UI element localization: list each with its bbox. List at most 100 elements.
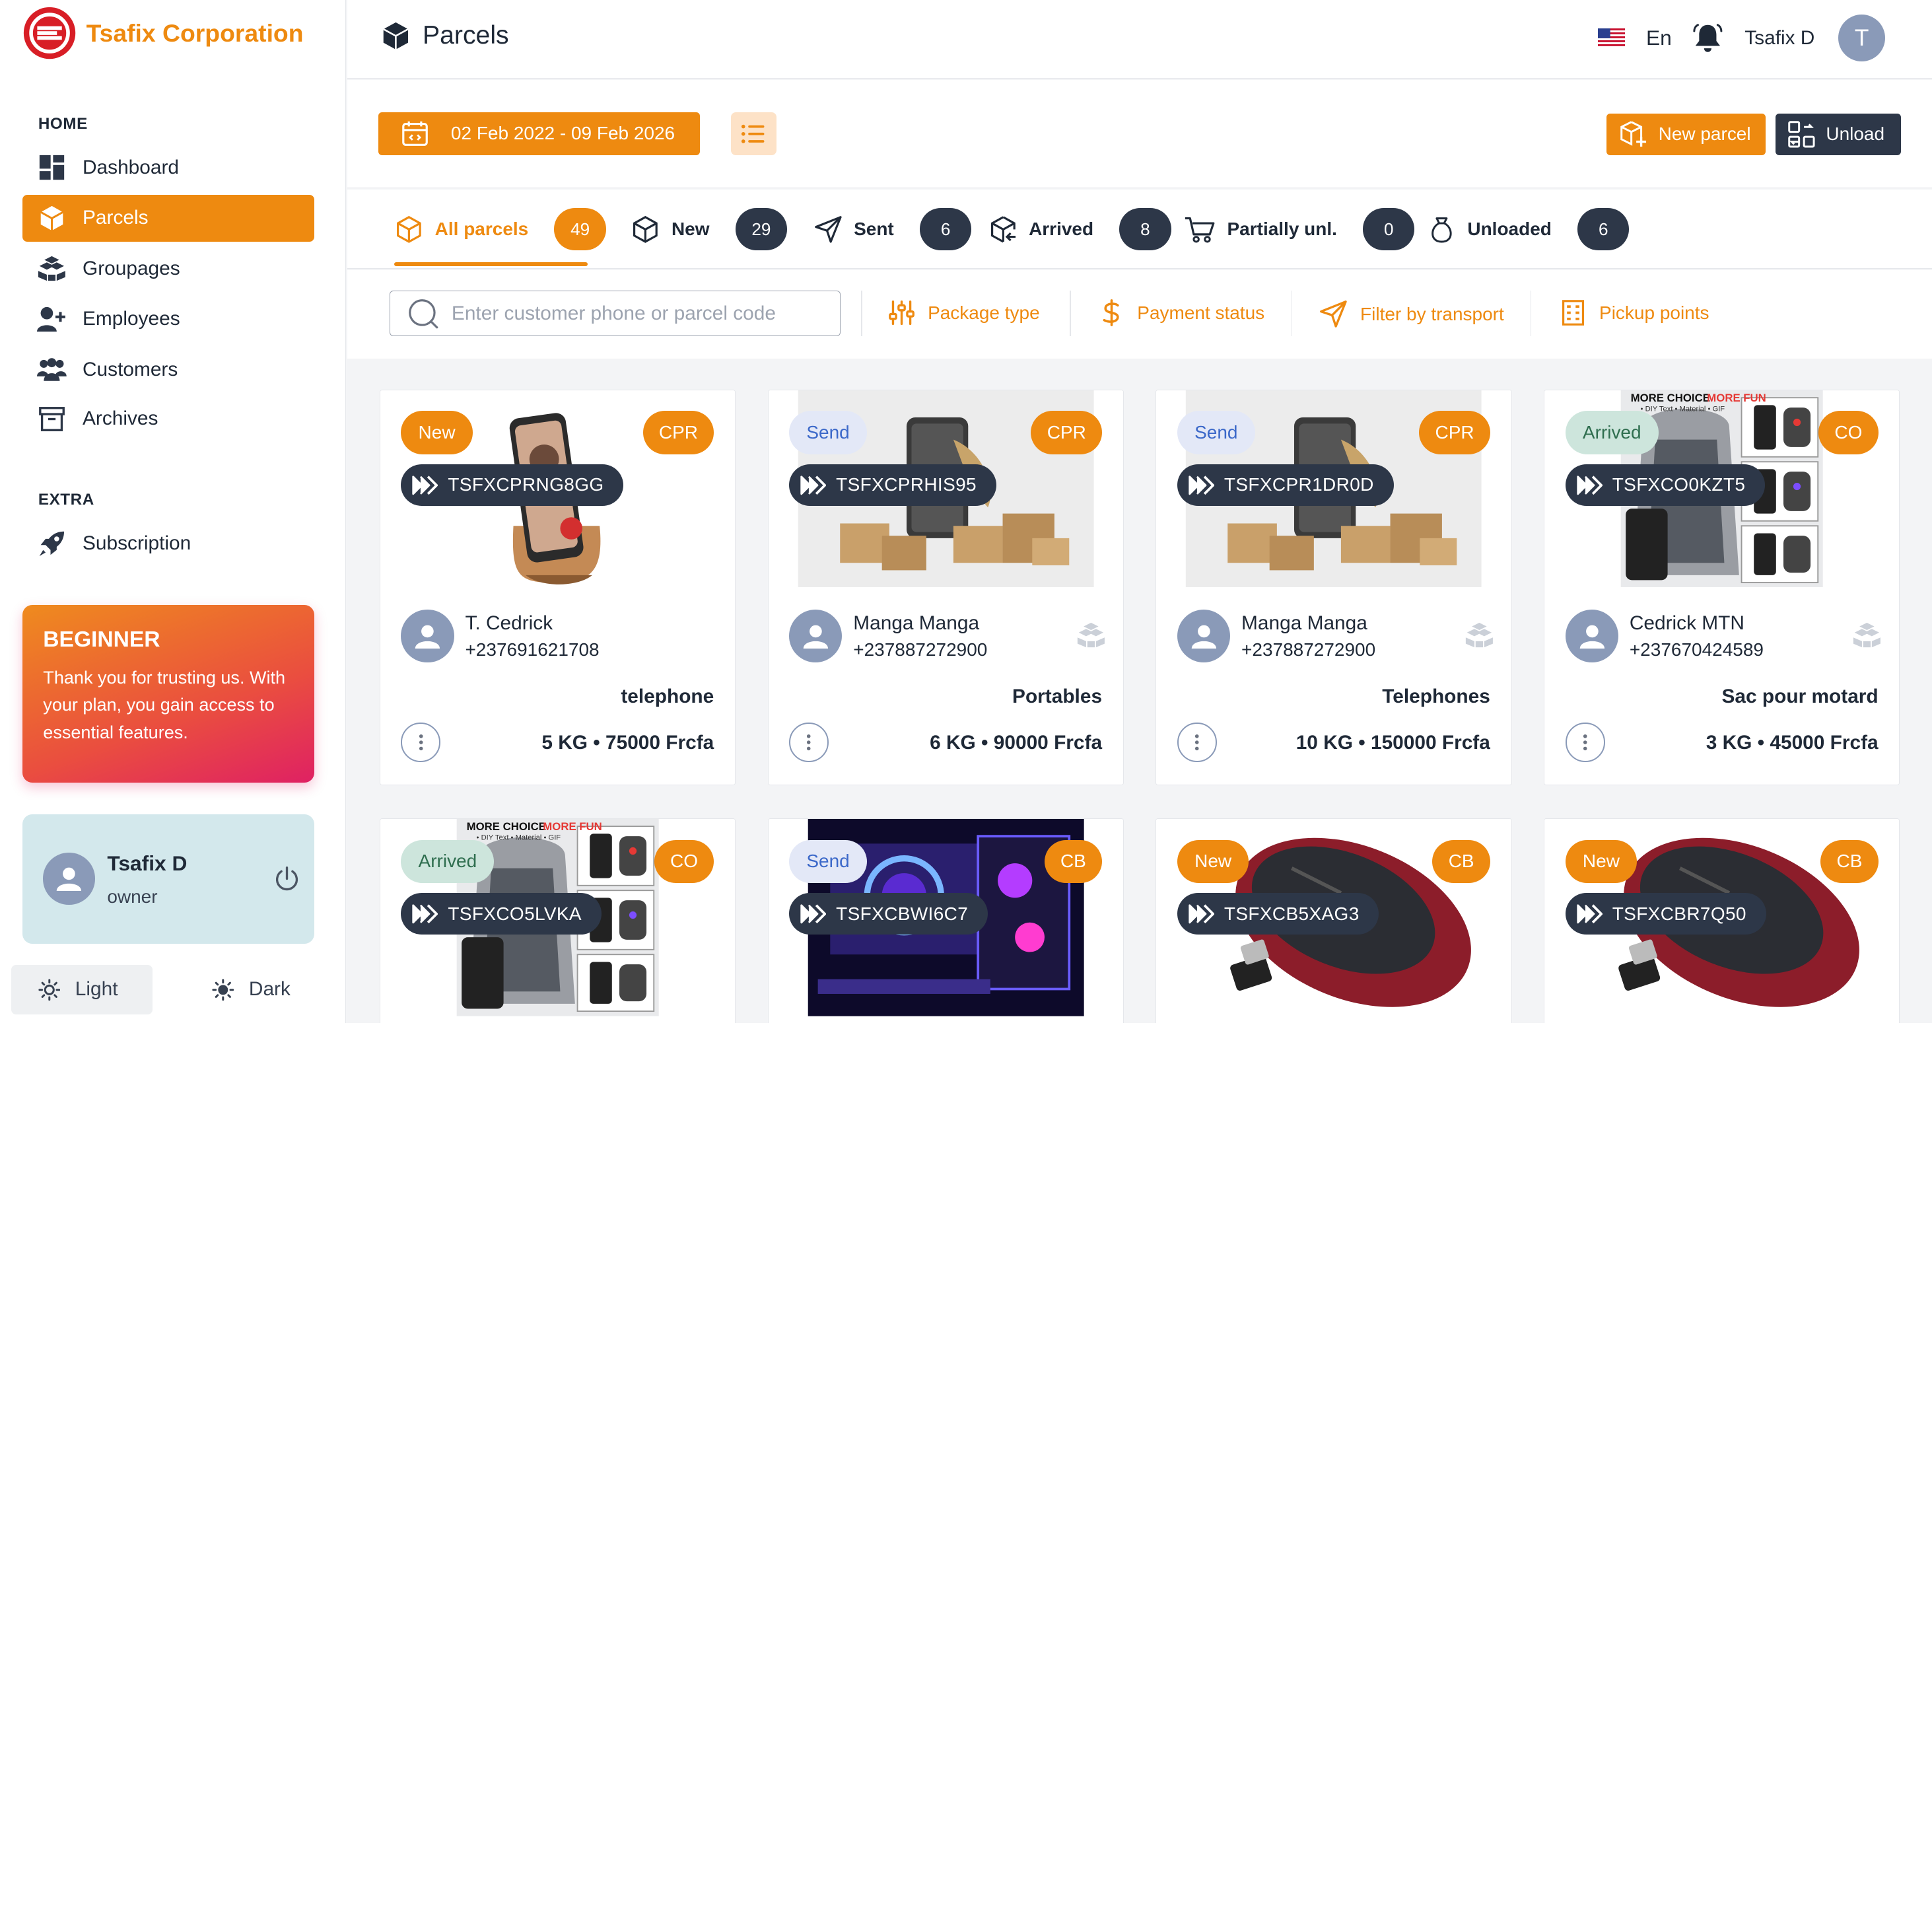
tab-count: 8 [1119, 208, 1171, 250]
user-icon [56, 867, 82, 892]
sidebar-item-groupages[interactable]: Groupages [22, 245, 314, 292]
theme-light-label: Light [75, 978, 118, 1001]
search-placeholder: Enter customer phone or parcel code [451, 302, 776, 324]
section-home-label: HOME [38, 114, 88, 133]
payment-status-filter[interactable]: Payment status [1098, 299, 1264, 327]
tab-count: 6 [1577, 208, 1630, 250]
header-user-name[interactable]: Tsafix D [1744, 27, 1814, 50]
svg-text:MORE CHOICE: MORE CHOICE [466, 820, 545, 833]
chevrons-icon [800, 904, 827, 924]
status-badge: Arrived [1565, 411, 1659, 454]
parcel-code-text: TSFXCPRNG8GG [448, 474, 604, 495]
parcel-code[interactable]: TSFXCPRHIS95 [789, 464, 996, 507]
avatar [789, 609, 843, 663]
parcel-card[interactable]: New CPR TSFXCPRNG8GG T. Cedrick +2376916… [379, 389, 736, 785]
sidebar-item-label: Groupages [83, 257, 180, 279]
tab-sent[interactable]: Sent 6 [813, 206, 972, 253]
parcel-card[interactable]: MORE CHOICE MORE FUN • DIY Text • Materi… [1544, 389, 1900, 785]
parcel-code[interactable]: TSFXCPRNG8GG [401, 464, 624, 507]
type-badge: CPR [642, 411, 714, 454]
cart-icon [1185, 217, 1215, 243]
pickup-points-label: Pickup points [1599, 302, 1709, 323]
send-icon [1319, 301, 1347, 328]
parcel-card[interactable]: MORE CHOICE MORE FUN • DIY Text • Materi… [379, 818, 736, 1023]
tab-unloaded[interactable]: Unloaded 6 [1427, 206, 1630, 253]
customer-phone: +237691621708 [465, 639, 600, 660]
package-type-label: Package type [928, 302, 1040, 323]
parcel-code[interactable]: TSFXCO0KZT5 [1565, 464, 1766, 507]
transport-filter[interactable]: Filter by transport [1319, 299, 1504, 329]
parcel-card[interactable]: New CB TSFXCBR7Q50 [1544, 818, 1900, 1023]
date-range-button[interactable]: 02 Feb 2022 - 09 Feb 2026 [378, 112, 700, 156]
us-flag-icon[interactable] [1598, 28, 1626, 47]
parcel-description: Sac pour motard [1721, 686, 1879, 708]
theme-dark-button[interactable]: Dark [185, 965, 320, 1014]
svg-text:• DIY Text • Material • GIF: • DIY Text • Material • GIF [1641, 405, 1725, 413]
pickup-points-filter[interactable]: Pickup points [1560, 299, 1709, 326]
svg-text:MORE CHOICE: MORE CHOICE [1631, 391, 1710, 404]
sidebar-item-customers[interactable]: Customers [22, 346, 314, 393]
sidebar-item-label: Dashboard [83, 156, 179, 178]
customer-name: Manga Manga [853, 612, 980, 634]
type-badge: CO [654, 839, 714, 884]
customer-phone: +237887272900 [853, 639, 988, 660]
active-tab-underline [394, 262, 588, 267]
sidebar-item-parcels[interactable]: Parcels [22, 194, 314, 242]
more-options-button[interactable] [401, 723, 441, 763]
parcel-code[interactable]: TSFXCO5LVKA [401, 892, 602, 935]
parcel-code[interactable]: TSFXCBWI6C7 [789, 892, 988, 935]
unload-label: Unload [1826, 124, 1885, 145]
parcel-card[interactable]: Send CPR TSFXCPR1DR0D Manga Manga +23788… [1156, 389, 1512, 785]
box-icon [633, 215, 658, 243]
tab-all-parcels[interactable]: All parcels 49 [394, 206, 606, 253]
type-badge: CB [1432, 839, 1490, 884]
more-options-button[interactable] [1177, 723, 1217, 763]
box-icon [37, 203, 67, 233]
theme-light-button[interactable]: Light [11, 965, 153, 1014]
parcel-code[interactable]: TSFXCBR7Q50 [1565, 892, 1766, 935]
toolbar: 02 Feb 2022 - 09 Feb 2026 New parcel Unl… [347, 80, 1932, 189]
sidebar-item-dashboard[interactable]: Dashboard [22, 144, 314, 191]
user-plus-icon [36, 304, 67, 334]
parcel-code-text: TSFXCBR7Q50 [1612, 903, 1746, 924]
tab-label: Arrived [1029, 219, 1094, 240]
svg-text:MORE FUN: MORE FUN [543, 820, 602, 833]
tab-label: All parcels [434, 219, 529, 240]
type-badge: CPR [1031, 411, 1103, 454]
status-badge: Send [789, 839, 867, 884]
list-view-button[interactable] [730, 112, 776, 156]
sidebar-item-label: Archives [83, 407, 158, 430]
bell-icon[interactable] [1693, 22, 1723, 60]
sidebar-item-subscription[interactable]: Subscription [22, 520, 314, 567]
tab-partially-unloaded[interactable]: Partially unl. 0 [1184, 206, 1415, 253]
parcel-card[interactable]: Send CB TSFXCBWI6C7 [767, 818, 1124, 1023]
status-badge: New [1565, 839, 1638, 884]
search-icon [408, 299, 438, 328]
unload-button[interactable]: Unload [1775, 113, 1902, 156]
brand[interactable]: Tsafix Corporation [22, 6, 304, 60]
sidebar-item-employees[interactable]: Employees [22, 296, 314, 343]
svg-text:MORE FUN: MORE FUN [1707, 391, 1766, 404]
brand-name: Tsafix Corporation [86, 18, 304, 47]
parcel-code[interactable]: TSFXCB5XAG3 [1177, 892, 1379, 935]
tab-count: 6 [919, 208, 972, 250]
package-type-filter[interactable]: Package type [888, 299, 1040, 326]
sidebar-item-archives[interactable]: Archives [22, 396, 314, 442]
parcel-card[interactable]: Send CPR TSFXCPRHIS95 Manga Manga +23788… [767, 389, 1124, 785]
language-selector[interactable]: En [1646, 26, 1672, 50]
search-input[interactable]: Enter customer phone or parcel code [389, 291, 841, 337]
more-options-button[interactable] [1565, 723, 1605, 763]
divider [1069, 291, 1071, 337]
new-parcel-button[interactable]: New parcel [1606, 113, 1766, 156]
power-icon[interactable] [273, 865, 300, 898]
customer-name: Manga Manga [1241, 612, 1367, 634]
parcel-code[interactable]: TSFXCPR1DR0D [1177, 464, 1394, 507]
tab-arrived[interactable]: Arrived 8 [988, 206, 1171, 253]
building-icon [1562, 300, 1585, 326]
parcel-card[interactable]: New CB TSFXCB5XAG3 [1156, 818, 1512, 1023]
user-icon [415, 625, 440, 649]
header-avatar[interactable]: T [1838, 15, 1885, 62]
tab-new[interactable]: New 29 [631, 206, 788, 253]
chevrons-icon [1577, 904, 1603, 924]
more-options-button[interactable] [789, 723, 829, 763]
